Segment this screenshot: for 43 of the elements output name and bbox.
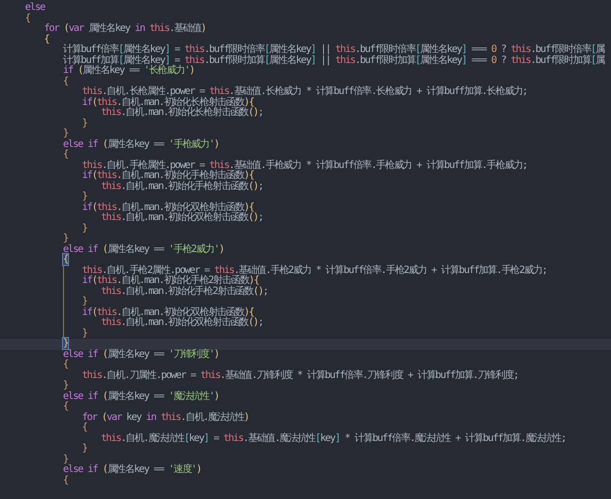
code-line: } bbox=[81, 118, 88, 129]
code-line: this.自机.手枪属性.power = this.基础值.手枪威力 * 计算buff倍率.手枪威力 + 计算buff加算.手枪威力; bbox=[81, 160, 528, 170]
code-line: 计算buff倍率[属性名key] = this.buff限时倍率[属性名key] || this.buff限时倍率[属性名key] === 0 ? this.buff限时倍率[属 bbox=[62, 45, 606, 55]
code-line: if(this.自机.man.初始化手枪射击函数){ bbox=[81, 171, 255, 181]
code-line: if(this.自机.man.初始化双枪射击函数){ bbox=[81, 202, 254, 212]
code-line: this.自机.man.初始化双枪射击函数(); bbox=[100, 213, 264, 224]
code-line: this.自机.刀属性.power = this.基础值.刀锋利度 * 计算buff倍率.刀锋利度 + 计算buff加算.刀锋利度; bbox=[81, 370, 520, 381]
code-line: else if (属性名key == '魔法抗性') bbox=[62, 392, 220, 402]
code-line: { bbox=[62, 150, 69, 160]
code-line: } bbox=[81, 444, 88, 454]
code-line: if(this.自机.man.初始化双枪射击函数){ bbox=[0, 308, 611, 318]
code-line: } bbox=[81, 224, 88, 234]
code-line: } bbox=[0, 297, 611, 308]
code-line: { bbox=[62, 360, 69, 370]
code-line: this.自机.手枪2属性.power = this.基础值.手枪2威力 * 计算buff倍率.手枪2威力 + 计算buff加算.手枪2威力; bbox=[0, 266, 611, 276]
code-line: { bbox=[24, 14, 31, 24]
code-line: else if (属性名key == '刀锋利度') bbox=[62, 350, 220, 360]
code-line: for (var 属性名key in this.基础值) bbox=[43, 24, 207, 34]
code-line: { bbox=[43, 34, 50, 45]
code-line: { bbox=[62, 402, 69, 412]
code-line: if(this.自机.man.初始化手枪2射击函数){ bbox=[0, 276, 611, 286]
code-line: this.自机.man.初始化手枪射击函数(); bbox=[100, 182, 264, 192]
code-line: if (属性名key == '长枪威力') bbox=[62, 66, 196, 76]
code-line: if(this.自机.man.初始化长枪射击函数){ bbox=[81, 98, 254, 108]
code-line: this.自机.man.初始化手枪2射击函数(); bbox=[0, 286, 611, 297]
code-line: { bbox=[62, 476, 69, 486]
code-line: else if (属性名key == '手枪2威力') bbox=[62, 244, 225, 254]
code-line: { bbox=[62, 76, 69, 87]
code-line: { bbox=[81, 423, 88, 434]
code-line: else if (属性名key == '手枪威力') bbox=[62, 140, 220, 150]
code-line: 计算buff加算[属性名key] = this.buff限时加算[属性名key] || this.buff限时加算[属性名key] === 0 ? this.buff限时加算[属 bbox=[62, 56, 606, 66]
code-line: this.自机.man.初始化长枪射击函数(); bbox=[100, 108, 264, 118]
code-line: this.自机.魔法抗性[key] = this.基础值.魔法抗性[key] * 计算buff倍率.魔法抗性 + 计算buff加算.魔法抗性; bbox=[100, 434, 567, 444]
code-line: } bbox=[62, 454, 68, 464]
code-line: } bbox=[81, 192, 88, 202]
code-line: this.自机.长枪属性.power = this.基础值.长枪威力 * 计算buff倍率.长枪威力 + 计算buff加算.长枪威力; bbox=[81, 87, 528, 97]
code-line: } bbox=[62, 129, 69, 139]
code-line: } bbox=[62, 234, 69, 244]
code-line: else bbox=[24, 3, 46, 13]
code-line: for (var key in this.自机.魔法抗性) bbox=[81, 412, 250, 422]
code-line: this.自机.man.初始化双枪射击函数(); bbox=[0, 318, 611, 328]
code-line: } bbox=[62, 381, 69, 391]
code-line: else if (属性名key == '速度') bbox=[62, 465, 202, 475]
